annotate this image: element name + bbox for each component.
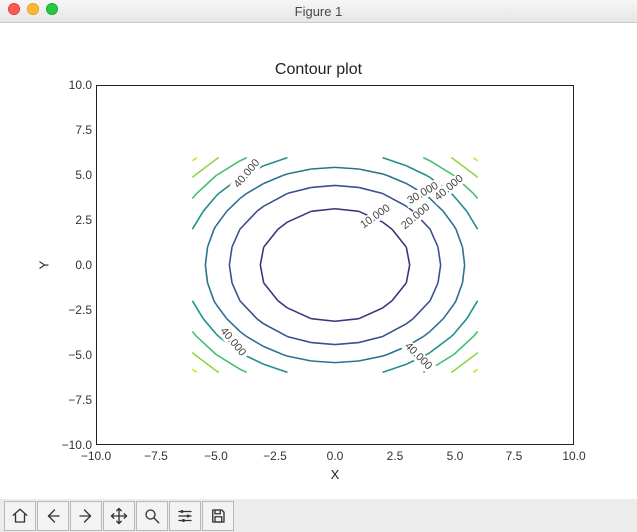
close-icon[interactable] [8, 3, 20, 15]
forward-button[interactable] [70, 501, 102, 531]
axes-area[interactable]: 10.00020.00030.00040.00040.00040.00040.0… [96, 85, 574, 445]
window-titlebar: Figure 1 [0, 0, 637, 23]
xtick-label: 2.5 [370, 449, 420, 463]
ytick-label: 10.0 [42, 78, 92, 92]
home-button[interactable] [4, 501, 36, 531]
home-icon [11, 507, 29, 525]
ytick-label: 2.5 [42, 213, 92, 227]
arrow-right-icon [77, 507, 95, 525]
svg-text:40.000: 40.000 [218, 325, 249, 358]
back-button[interactable] [37, 501, 69, 531]
xtick-label: 0.0 [310, 449, 360, 463]
zoom-icon[interactable] [46, 3, 58, 15]
zoom-button[interactable] [136, 501, 168, 531]
xtick-label: 7.5 [489, 449, 539, 463]
pan-button[interactable] [103, 501, 135, 531]
save-button[interactable] [202, 501, 234, 531]
window-title: Figure 1 [295, 4, 343, 19]
window-controls [8, 3, 58, 15]
svg-text:10.000: 10.000 [358, 202, 392, 231]
xtick-label: −5.0 [191, 449, 241, 463]
ytick-label: 5.0 [42, 168, 92, 182]
figure-canvas: Contour plot 10.0 7.5 5.0 2.5 0.0 −2.5 −… [0, 23, 637, 499]
configure-button[interactable] [169, 501, 201, 531]
move-icon [110, 507, 128, 525]
ytick-label: −2.5 [42, 303, 92, 317]
contour-plot: 10.00020.00030.00040.00040.00040.00040.0… [97, 86, 573, 444]
magnify-icon [143, 507, 161, 525]
xtick-label: 10.0 [549, 449, 599, 463]
save-icon [209, 507, 227, 525]
arrow-left-icon [44, 507, 62, 525]
ytick-label: 7.5 [42, 123, 92, 137]
xtick-label: 5.0 [430, 449, 480, 463]
sliders-icon [176, 507, 194, 525]
svg-text:40.000: 40.000 [402, 340, 434, 372]
mpl-toolbar [0, 499, 637, 532]
plot-title: Contour plot [0, 61, 637, 79]
xtick-label: −2.5 [250, 449, 300, 463]
ytick-label: −5.0 [42, 348, 92, 362]
svg-text:40.000: 40.000 [232, 157, 263, 190]
minimize-icon[interactable] [27, 3, 39, 15]
x-axis-label: X [96, 467, 574, 482]
ytick-label: −7.5 [42, 393, 92, 407]
y-axis-label: Y [37, 261, 52, 270]
xtick-label: −10.0 [71, 449, 121, 463]
xtick-label: −7.5 [131, 449, 181, 463]
